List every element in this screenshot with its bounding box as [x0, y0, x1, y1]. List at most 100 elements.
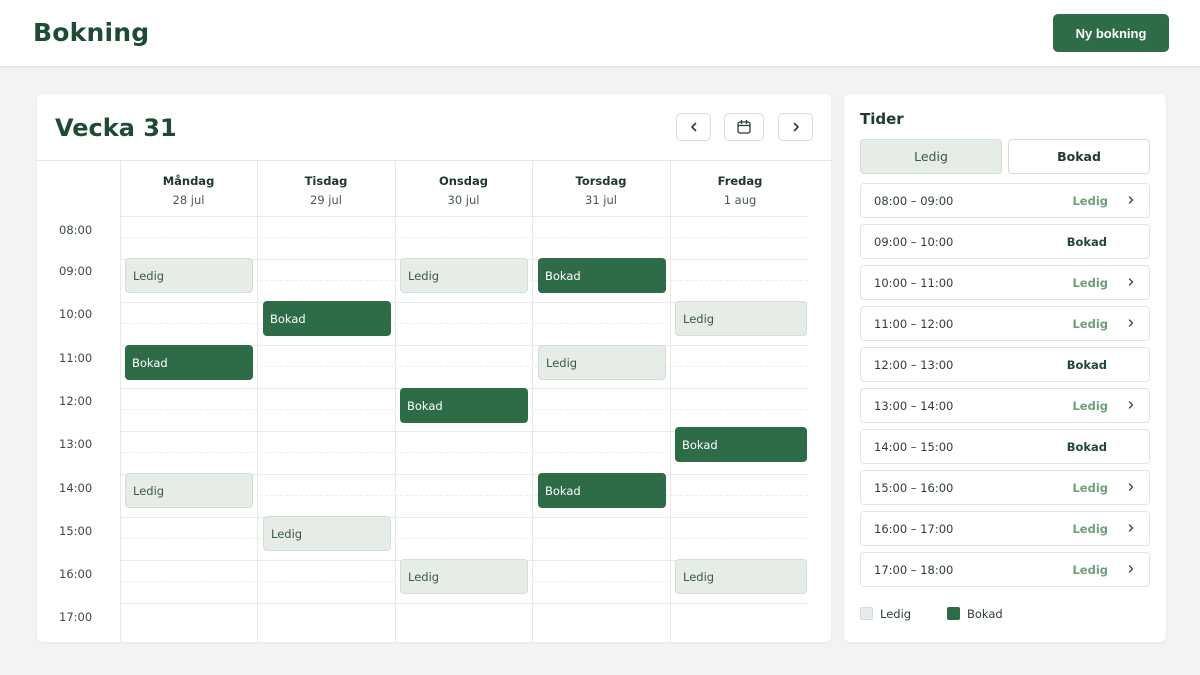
- grid-line: [532, 160, 533, 642]
- row-time: 10:00 – 11:00: [874, 276, 954, 290]
- legend-swatch-booked: [947, 607, 960, 620]
- calendar-slot-booked[interactable]: Bokad: [675, 427, 807, 462]
- row-status: Ledig: [1072, 194, 1108, 208]
- row-status: Ledig: [1072, 563, 1108, 577]
- day-name: Fredag: [717, 174, 763, 188]
- new-booking-button[interactable]: Ny bokning: [1053, 14, 1169, 52]
- row-status: Ledig: [1072, 481, 1108, 495]
- row-status: Bokad: [1066, 235, 1107, 249]
- chevron-right-icon: [1128, 524, 1134, 532]
- day-date: 29 jul: [310, 193, 342, 207]
- time-row[interactable]: 10:00 – 11:00 Ledig: [860, 265, 1150, 300]
- calendar-picker-button[interactable]: [724, 113, 764, 141]
- row-time: 14:00 – 15:00: [874, 440, 954, 454]
- panel-title: Tider: [860, 110, 904, 128]
- row-status: Ledig: [1072, 317, 1108, 331]
- row-time: 12:00 – 13:00: [874, 358, 954, 372]
- row-time: 11:00 – 12:00: [874, 317, 954, 331]
- day-date: 1 aug: [723, 193, 757, 207]
- time-label: 17:00: [59, 610, 93, 624]
- time-label: 13:00: [59, 437, 93, 451]
- time-row[interactable]: 09:00 – 10:00 Bokad: [860, 224, 1150, 259]
- time-row[interactable]: 15:00 – 16:00 Ledig: [860, 470, 1150, 505]
- day-header-thursday: Torsdag 31 jul: [532, 160, 670, 216]
- calendar-slot-free[interactable]: Ledig: [125, 473, 253, 508]
- row-time: 09:00 – 10:00: [874, 235, 954, 249]
- next-week-button[interactable]: [778, 113, 813, 141]
- legend-label: Bokad: [967, 607, 1003, 621]
- calendar-slot-booked[interactable]: Bokad: [263, 301, 391, 336]
- tab-free[interactable]: Ledig: [860, 139, 1002, 174]
- calendar-slot-free[interactable]: Ledig: [400, 559, 528, 594]
- grid-line: [120, 603, 808, 604]
- chevron-right-icon: [1128, 319, 1134, 327]
- row-status: Ledig: [1072, 399, 1108, 413]
- calendar-slot-booked[interactable]: Bokad: [538, 473, 666, 508]
- time-label: 11:00: [59, 351, 93, 365]
- calendar-slot-free[interactable]: Ledig: [263, 516, 391, 551]
- row-status: Ledig: [1072, 276, 1108, 290]
- calendar-slot-free[interactable]: Ledig: [538, 345, 666, 380]
- day-header-friday: Fredag 1 aug: [670, 160, 810, 216]
- time-label: 09:00: [59, 264, 93, 278]
- day-name: Tisdag: [304, 174, 348, 188]
- week-title: Vecka 31: [55, 114, 177, 142]
- day-header-monday: Måndag 28 jul: [120, 160, 257, 216]
- grid-line: [670, 160, 671, 642]
- calendar-slot-free[interactable]: Ledig: [675, 301, 807, 336]
- calendar-slot-booked[interactable]: Bokad: [538, 258, 666, 293]
- row-time: 16:00 – 17:00: [874, 522, 954, 536]
- legend-label: Ledig: [880, 607, 912, 621]
- calendar-slot-free[interactable]: Ledig: [400, 258, 528, 293]
- day-name: Torsdag: [575, 174, 627, 188]
- tab-booked[interactable]: Bokad: [1008, 139, 1150, 174]
- row-status: Bokad: [1066, 440, 1107, 454]
- day-name: Onsdag: [438, 174, 489, 188]
- row-time: 08:00 – 09:00: [874, 194, 954, 208]
- chevron-right-icon: [1128, 196, 1134, 204]
- times-panel: Tider Ledig Bokad 08:00 – 09:00 Ledig 09…: [844, 94, 1166, 642]
- legend-swatch-free: [860, 607, 873, 620]
- chevron-right-icon: [1128, 565, 1134, 573]
- day-name: Måndag: [162, 174, 215, 188]
- time-row[interactable]: 13:00 – 14:00 Ledig: [860, 388, 1150, 423]
- row-time: 17:00 – 18:00: [874, 563, 954, 577]
- grid-line: [120, 517, 808, 518]
- time-row[interactable]: 17:00 – 18:00 Ledig: [860, 552, 1150, 587]
- calendar-card: Vecka 31 Måndag 28 jul Tisdag 29 jul Ons…: [37, 94, 831, 642]
- day-header-tuesday: Tisdag 29 jul: [257, 160, 395, 216]
- day-date: 31 jul: [585, 193, 617, 207]
- chevron-right-icon: [1128, 483, 1134, 491]
- day-date: 30 jul: [447, 193, 480, 207]
- calendar-icon: [737, 119, 751, 134]
- row-time: 15:00 – 16:00: [874, 481, 954, 495]
- time-row[interactable]: 16:00 – 17:00 Ledig: [860, 511, 1150, 546]
- grid-line: [120, 216, 808, 217]
- time-row[interactable]: 12:00 – 13:00 Bokad: [860, 347, 1150, 382]
- time-label: 08:00: [59, 223, 93, 237]
- top-bar: Bokning Ny bokning: [0, 0, 1200, 67]
- time-label: 15:00: [59, 524, 93, 538]
- row-status: Ledig: [1072, 522, 1108, 536]
- calendar-slot-booked[interactable]: Bokad: [125, 345, 253, 380]
- grid-line: [120, 538, 808, 539]
- chevron-right-icon: [1128, 278, 1134, 286]
- calendar-slot-free[interactable]: Ledig: [125, 258, 253, 293]
- grid-line: [395, 160, 396, 642]
- grid-line: [257, 160, 258, 642]
- previous-week-button[interactable]: [676, 113, 711, 141]
- time-row[interactable]: 11:00 – 12:00 Ledig: [860, 306, 1150, 341]
- calendar-slot-free[interactable]: Ledig: [675, 559, 807, 594]
- day-date: 28 jul: [172, 193, 205, 207]
- time-label: 12:00: [59, 394, 93, 408]
- day-header-wednesday: Onsdag 30 jul: [395, 160, 532, 216]
- chevron-right-icon: [793, 122, 799, 132]
- row-status: Bokad: [1066, 358, 1107, 372]
- calendar-slot-booked[interactable]: Bokad: [400, 388, 528, 423]
- chevron-left-icon: [690, 122, 696, 132]
- time-row[interactable]: 08:00 – 09:00 Ledig: [860, 183, 1150, 218]
- grid-line: [120, 237, 808, 238]
- time-row[interactable]: 14:00 – 15:00 Bokad: [860, 429, 1150, 464]
- chevron-right-icon: [1128, 401, 1134, 409]
- grid-line: [120, 160, 121, 642]
